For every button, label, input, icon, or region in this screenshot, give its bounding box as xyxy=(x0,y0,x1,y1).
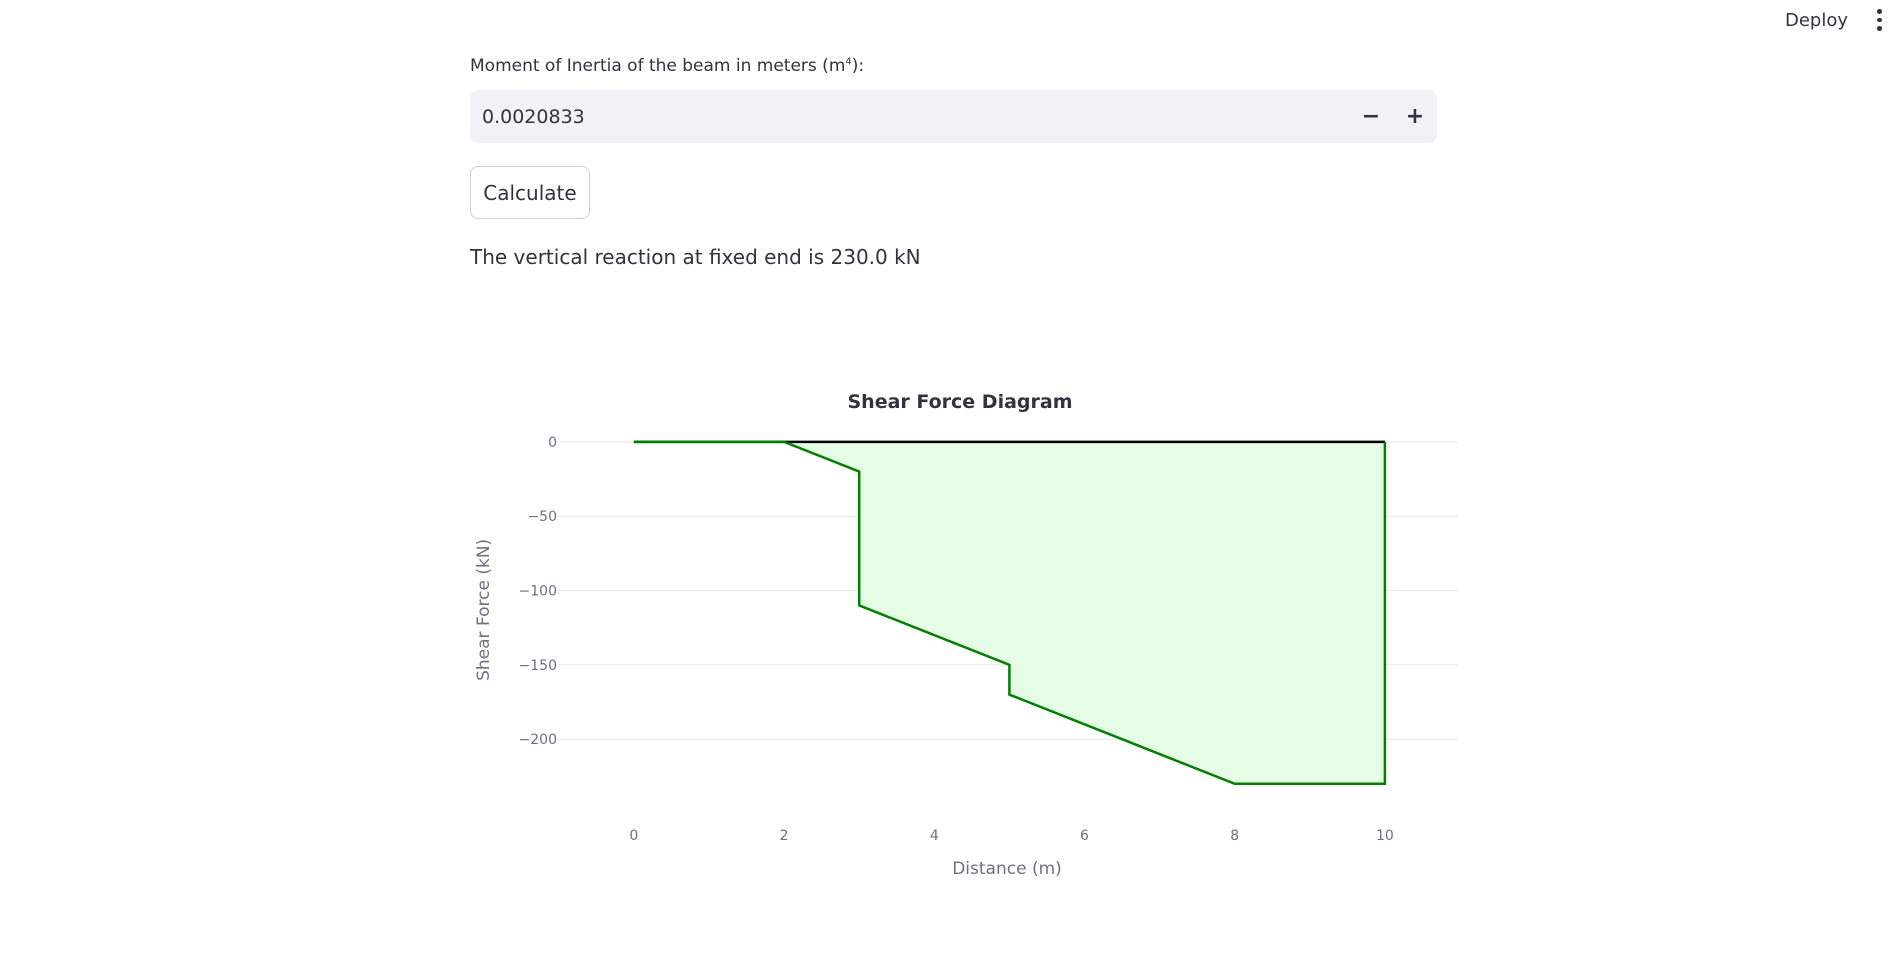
inertia-number-input: 0.0020833 − + xyxy=(470,90,1437,143)
x-tick-label: 4 xyxy=(930,828,939,844)
x-tick-label: 8 xyxy=(1230,828,1239,844)
vertical-dots-icon[interactable] xyxy=(1868,9,1890,32)
shear-fill-area xyxy=(633,441,1385,784)
y-tick-label: −200 xyxy=(519,732,557,748)
deploy-button[interactable]: Deploy xyxy=(1785,10,1848,31)
x-tick-label: 0 xyxy=(629,828,638,844)
increment-button[interactable]: + xyxy=(1393,90,1437,143)
y-axis-title: Shear Force (kN) xyxy=(474,539,494,681)
x-tick-label: 10 xyxy=(1376,828,1394,844)
chart-title: Shear Force Diagram xyxy=(848,391,1073,413)
y-axis-ticks: 0 −50 −100 −150 −200 xyxy=(519,435,557,748)
x-tick-label: 6 xyxy=(1080,828,1089,844)
y-tick-label: −50 xyxy=(527,509,557,525)
y-tick-label: −150 xyxy=(519,658,557,674)
top-toolbar: Deploy xyxy=(1785,0,1898,40)
decrement-button[interactable]: − xyxy=(1349,90,1393,143)
shear-force-chart: Shear Force Diagram 0 2 4 6 8 10 0 −50 −100 −150… xyxy=(474,391,1458,879)
y-tick-label: −100 xyxy=(519,584,557,600)
x-axis-title: Distance (m) xyxy=(952,859,1062,879)
x-tick-label: 2 xyxy=(780,828,789,844)
x-axis-ticks: 0 2 4 6 8 10 xyxy=(629,828,1393,844)
calculate-button[interactable]: Calculate xyxy=(470,166,590,219)
inertia-input-value[interactable]: 0.0020833 xyxy=(470,106,1349,128)
reaction-result-text: The vertical reaction at fixed end is 23… xyxy=(470,245,921,269)
inertia-field-label: Moment of Inertia of the beam in meters … xyxy=(470,56,865,76)
y-tick-label: 0 xyxy=(548,435,557,451)
